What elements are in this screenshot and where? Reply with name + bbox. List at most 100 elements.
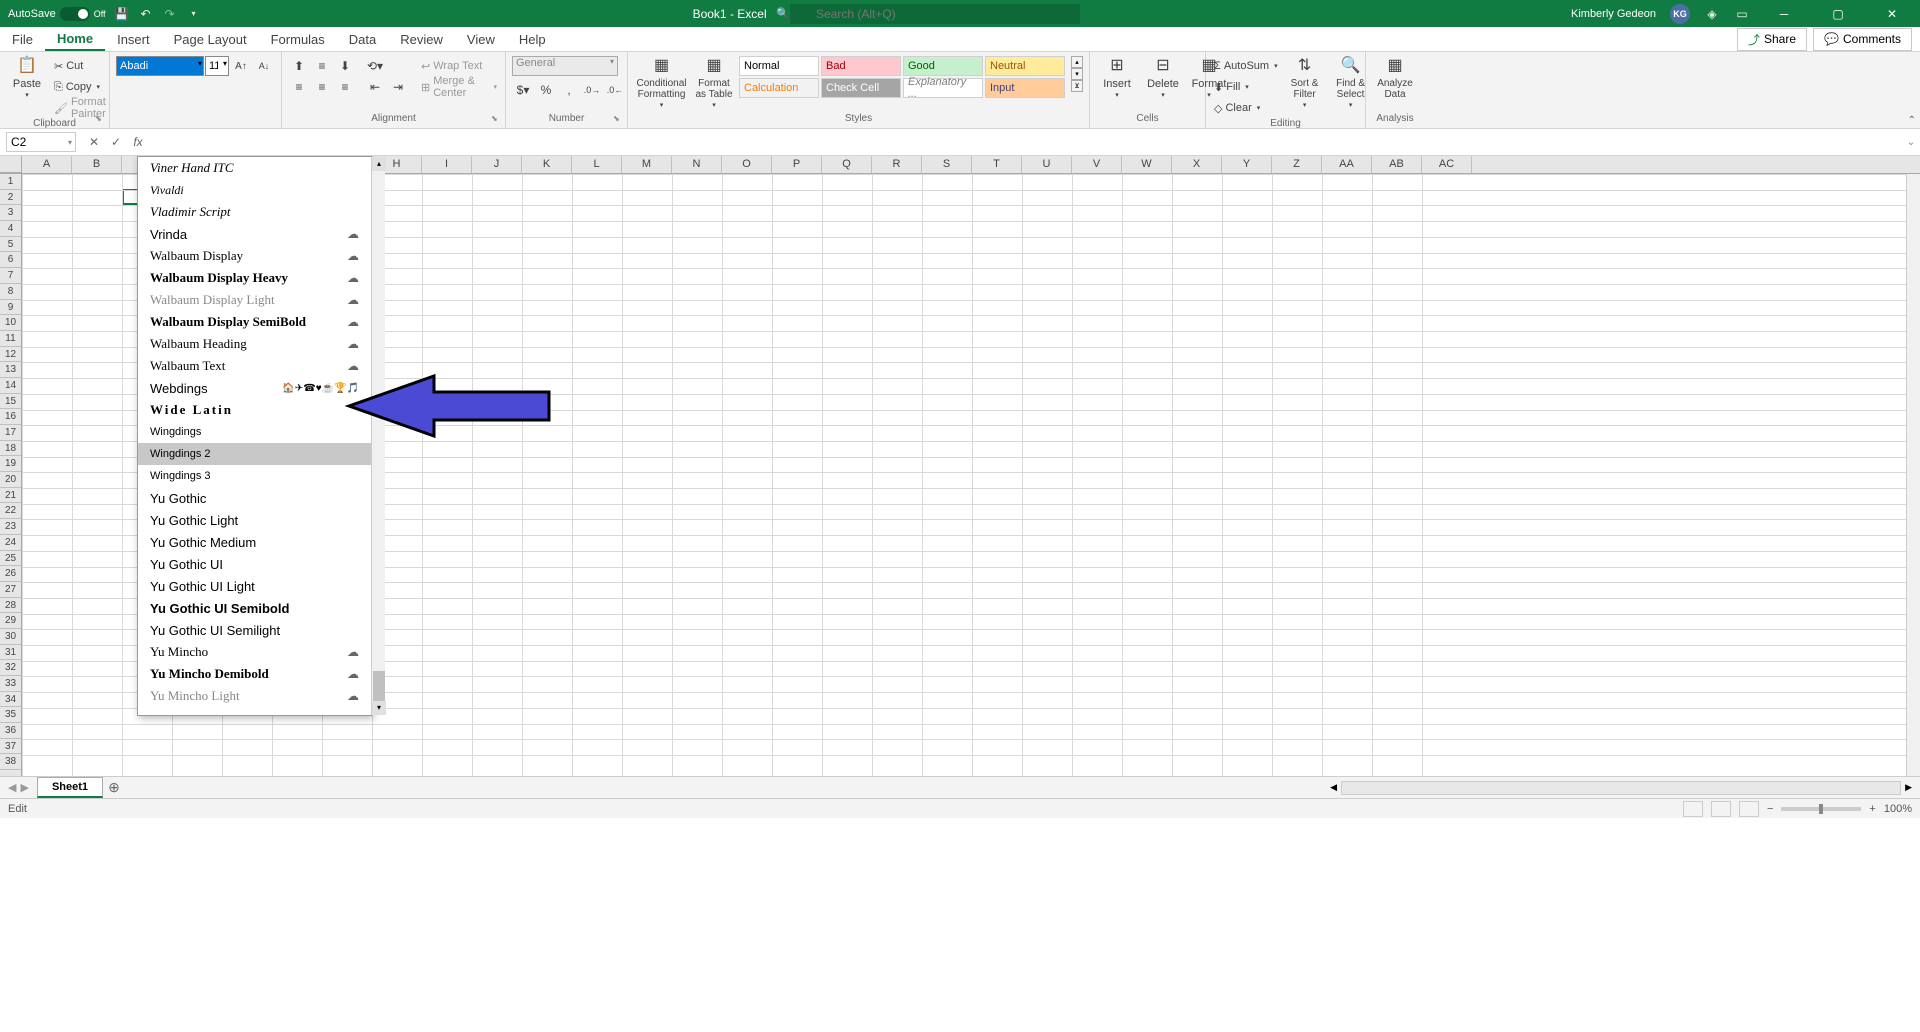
select-all-button[interactable] [0, 156, 22, 173]
row-header[interactable]: 25 [0, 551, 21, 567]
tab-formulas[interactable]: Formulas [259, 27, 337, 51]
font-option[interactable]: Walbaum Display SemiBold☁ [138, 311, 371, 333]
font-option[interactable]: Wingdings [138, 421, 371, 443]
column-header[interactable]: U [1022, 156, 1072, 173]
comments-button[interactable]: 💬Comments [1813, 28, 1912, 51]
page-layout-view-icon[interactable] [1711, 801, 1731, 817]
maximize-button[interactable]: ▢ [1818, 0, 1858, 27]
ribbon-display-icon[interactable]: ▭ [1734, 6, 1750, 22]
column-header[interactable]: V [1072, 156, 1122, 173]
close-button[interactable]: ✕ [1872, 0, 1912, 27]
row-header[interactable]: 10 [0, 315, 21, 331]
copy-button[interactable]: ⎘Copy▾ [52, 77, 108, 97]
column-header[interactable]: X [1172, 156, 1222, 173]
font-option[interactable]: Walbaum Display☁ [138, 245, 371, 267]
formula-input[interactable] [152, 132, 1902, 152]
row-header[interactable]: 27 [0, 582, 21, 598]
column-header[interactable]: I [422, 156, 472, 173]
row-header[interactable]: 32 [0, 660, 21, 676]
clear-button[interactable]: ◇Clear▾ [1212, 98, 1280, 118]
row-header[interactable]: 4 [0, 221, 21, 237]
enter-formula-icon[interactable]: ✓ [106, 132, 126, 152]
row-header[interactable]: 26 [0, 566, 21, 582]
cancel-formula-icon[interactable]: ✕ [84, 132, 104, 152]
orientation-icon[interactable]: ⟲▾ [364, 56, 386, 76]
style-neutral[interactable]: Neutral [985, 56, 1065, 76]
align-middle-icon[interactable]: ≡ [311, 56, 333, 76]
row-header[interactable]: 12 [0, 347, 21, 363]
sheet-nav-prev-icon[interactable]: ◀ [8, 781, 16, 794]
font-option[interactable]: Yu Mincho Demibold☁ [138, 663, 371, 685]
column-header[interactable]: AA [1322, 156, 1372, 173]
fill-button[interactable]: ⬇Fill▾ [1212, 77, 1280, 97]
scroll-up-icon[interactable]: ▴ [372, 157, 386, 171]
style-calculation[interactable]: Calculation [739, 78, 819, 98]
align-top-icon[interactable]: ⬆ [288, 56, 310, 76]
row-header[interactable]: 30 [0, 629, 21, 645]
row-header[interactable]: 3 [0, 205, 21, 221]
font-option[interactable]: Walbaum Display Heavy☁ [138, 267, 371, 289]
column-header[interactable]: S [922, 156, 972, 173]
row-header[interactable]: 6 [0, 252, 21, 268]
row-header[interactable]: 33 [0, 676, 21, 692]
style-check-cell[interactable]: Check Cell [821, 78, 901, 98]
column-header[interactable]: P [772, 156, 822, 173]
font-option[interactable]: Yu Gothic UI [138, 553, 371, 575]
delete-cells-button[interactable]: ⊟Delete▾ [1142, 56, 1184, 100]
wrap-text-button[interactable]: ↩Wrap Text [419, 56, 499, 76]
autosave-toggle[interactable]: AutoSave Off [8, 7, 106, 21]
align-center-icon[interactable]: ≡ [311, 77, 333, 97]
row-header[interactable]: 31 [0, 645, 21, 661]
row-header[interactable]: 35 [0, 707, 21, 723]
save-icon[interactable]: 💾 [114, 6, 130, 22]
decrease-font-icon[interactable]: A↓ [253, 56, 275, 76]
zoom-in-icon[interactable]: + [1869, 803, 1875, 815]
tab-page-layout[interactable]: Page Layout [162, 27, 259, 51]
autosum-button[interactable]: ΣAutoSum▾ [1212, 56, 1280, 76]
column-header[interactable]: AC [1422, 156, 1472, 173]
row-header[interactable]: 22 [0, 503, 21, 519]
cut-button[interactable]: ✂Cut [52, 56, 108, 76]
minimize-button[interactable]: ─ [1764, 0, 1804, 27]
normal-view-icon[interactable] [1683, 801, 1703, 817]
zoom-slider[interactable] [1781, 807, 1861, 811]
font-name-input[interactable] [116, 56, 204, 76]
clipboard-launcher[interactable]: ⬊ [95, 114, 107, 126]
paste-button[interactable]: 📋 Paste ▾ [6, 56, 48, 100]
row-header[interactable]: 37 [0, 739, 21, 755]
column-header[interactable]: AB [1372, 156, 1422, 173]
page-break-view-icon[interactable] [1739, 801, 1759, 817]
expand-formula-bar-icon[interactable]: ⌄ [1902, 137, 1920, 148]
align-right-icon[interactable]: ≡ [334, 77, 356, 97]
font-option[interactable]: Yu Gothic UI Semilight [138, 619, 371, 641]
column-header[interactable]: Y [1222, 156, 1272, 173]
vertical-scrollbar[interactable] [1906, 174, 1920, 776]
column-header[interactable]: Z [1272, 156, 1322, 173]
column-header[interactable]: T [972, 156, 1022, 173]
style-normal[interactable]: Normal [739, 56, 819, 76]
row-header[interactable]: 11 [0, 331, 21, 347]
row-header[interactable]: 5 [0, 237, 21, 253]
font-option[interactable]: Vladimir Script [138, 201, 371, 223]
coming-soon-icon[interactable]: ◈ [1704, 6, 1720, 22]
column-header[interactable]: J [472, 156, 522, 173]
cell-styles-gallery[interactable]: Normal Bad Good Neutral Calculation Chec… [739, 56, 1065, 98]
font-size-input[interactable] [205, 56, 229, 76]
user-name[interactable]: Kimberly Gedeon [1571, 8, 1656, 20]
alignment-launcher[interactable]: ⬊ [491, 114, 503, 126]
row-header[interactable]: 1 [0, 174, 21, 190]
row-header[interactable]: 36 [0, 723, 21, 739]
redo-icon[interactable]: ↷ [162, 6, 178, 22]
font-option[interactable]: Yu Gothic UI Semibold [138, 597, 371, 619]
row-header[interactable]: 14 [0, 378, 21, 394]
decrease-indent-icon[interactable]: ⇤ [364, 77, 386, 97]
font-option[interactable]: Yu Gothic [138, 487, 371, 509]
collapse-ribbon-icon[interactable]: ⌃ [1908, 115, 1916, 126]
accounting-format-icon[interactable]: $▾ [512, 80, 534, 100]
column-header[interactable]: M [622, 156, 672, 173]
percent-icon[interactable]: % [535, 80, 557, 100]
zoom-out-icon[interactable]: − [1767, 803, 1773, 815]
merge-center-button[interactable]: ⊞Merge & Center▾ [419, 77, 499, 97]
conditional-formatting-button[interactable]: ▦ Conditional Formatting▾ [634, 56, 689, 110]
tab-review[interactable]: Review [388, 27, 455, 51]
